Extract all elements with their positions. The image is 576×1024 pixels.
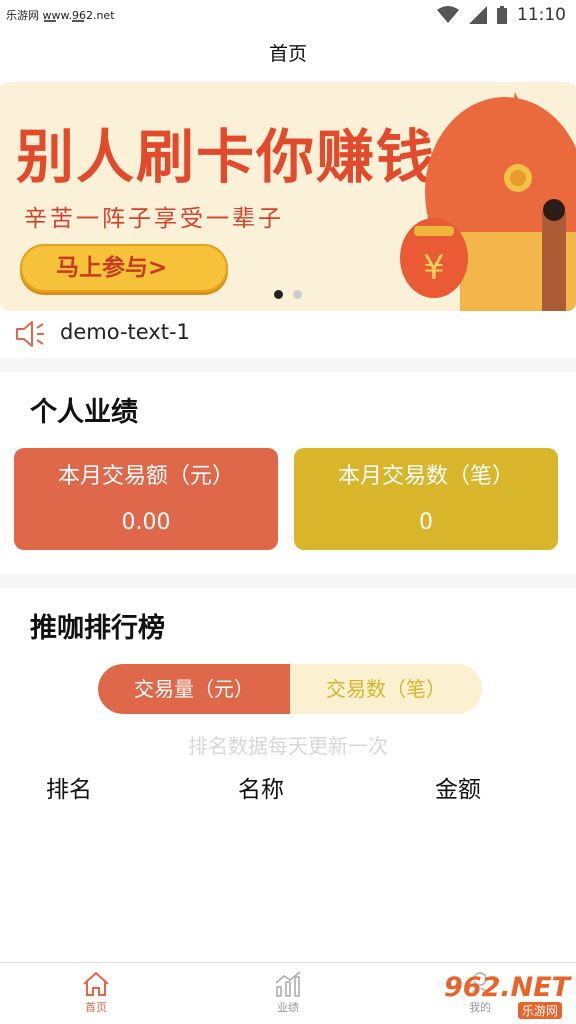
ranking-update-hint: 排名数据每天更新一次 <box>188 734 388 758</box>
join-now-button[interactable]: 马上参与> <box>20 244 228 292</box>
money-bag-illustration: ¥ <box>400 92 576 311</box>
tab-performance-label: 业绩 <box>277 1001 299 1014</box>
watermark-sub: 乐游网 <box>518 1002 563 1019</box>
promo-banner[interactable]: 别人刷卡你赚钱 辛苦一阵子享受一辈子 马上参与> ¥ <box>0 82 576 311</box>
svg-text:¥: ¥ <box>423 248 445 288</box>
site-watermark: 962.NET 乐游网 <box>440 968 576 1024</box>
banner-subline: 辛苦一阵子享受一辈子 <box>24 206 284 232</box>
wifi-icon <box>437 6 459 23</box>
ranking-segment-control: 交易量（元） 交易数（笔） <box>98 664 482 714</box>
tab-performance[interactable]: 业绩 <box>248 963 328 1024</box>
pager-dot[interactable] <box>293 290 302 299</box>
monthly-count-value: 0 <box>419 510 433 535</box>
column-header-name: 名称 <box>238 777 284 803</box>
monthly-amount-card[interactable]: 本月交易额（元） 0.00 <box>14 448 278 550</box>
notice-bar[interactable]: demo-text-1 <box>0 314 576 356</box>
cellular-signal-icon <box>469 6 487 24</box>
tab-home[interactable]: 首页 <box>56 963 136 1024</box>
speaker-icon <box>16 321 44 347</box>
chart-icon <box>275 971 301 997</box>
performance-title: 个人业绩 <box>30 397 138 428</box>
home-icon <box>83 971 109 996</box>
column-header-amount: 金额 <box>435 777 481 803</box>
tab-home-label: 首页 <box>85 1001 107 1014</box>
tab-transaction-amount[interactable]: 交易量（元） <box>98 664 290 714</box>
pager-dot-active[interactable] <box>274 290 283 299</box>
monthly-count-card[interactable]: 本月交易数（笔） 0 <box>294 448 558 550</box>
banner-headline: 别人刷卡你赚钱 <box>16 123 437 191</box>
banner-pager <box>274 290 302 299</box>
monthly-count-label: 本月交易数（笔） <box>337 464 514 489</box>
site-label: 乐游网 www.962.net <box>6 9 115 22</box>
status-bar: 乐游网 www.962.net 11:10 <box>0 0 576 30</box>
notice-text: demo-text-1 <box>60 320 190 344</box>
status-dash <box>44 20 56 22</box>
watermark-logo: 962.NET <box>444 972 571 1003</box>
status-time: 11:10 <box>517 5 566 25</box>
status-dash <box>72 20 84 22</box>
section-divider <box>0 574 576 588</box>
monthly-amount-label: 本月交易额（元） <box>57 464 234 489</box>
ranking-title: 推咖排行榜 <box>30 613 165 644</box>
tab-transaction-count[interactable]: 交易数（笔） <box>290 664 482 714</box>
page-title: 首页 <box>268 43 307 65</box>
column-header-rank: 排名 <box>46 777 92 803</box>
section-divider <box>0 358 576 372</box>
monthly-amount-value: 0.00 <box>121 510 171 535</box>
battery-icon <box>497 6 507 24</box>
